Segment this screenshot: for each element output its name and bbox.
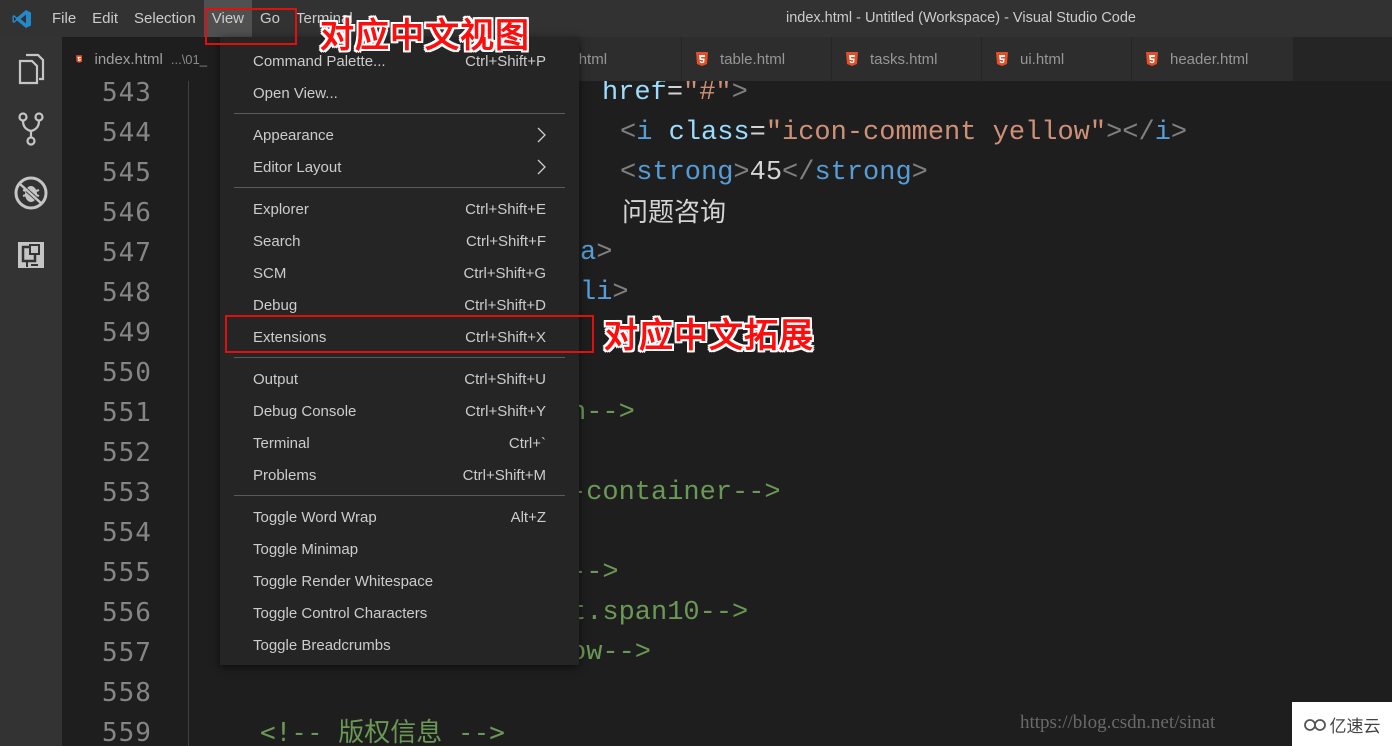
menu-item-debug-console[interactable]: Debug Console Ctrl+Shift+Y <box>220 395 579 427</box>
menu-separator <box>234 113 565 114</box>
shortcut-label: Ctrl+Shift+U <box>464 370 546 388</box>
code-line-545: <strong>45</strong> <box>620 158 928 188</box>
line-number: 554 <box>102 518 152 548</box>
line-number: 556 <box>102 598 152 628</box>
line-number: 550 <box>102 358 152 388</box>
tab-table-html[interactable]: table.html <box>682 37 832 81</box>
explorer-icon[interactable] <box>0 39 62 99</box>
html5-icon <box>846 52 858 66</box>
line-number: 555 <box>102 558 152 588</box>
line-number: 558 <box>102 678 152 708</box>
code-line-547: a> <box>580 238 613 268</box>
cloud-logo-icon <box>1303 719 1326 731</box>
html5-icon <box>996 52 1008 66</box>
activity-bar <box>0 37 62 746</box>
menu-item-terminal[interactable]: Terminal Ctrl+` <box>220 427 579 459</box>
tab-description: ...\01_ <box>170 51 207 67</box>
line-number: 544 <box>102 118 152 148</box>
line-number: 546 <box>102 198 152 228</box>
code-line-548: li> <box>580 278 629 308</box>
menu-selection[interactable]: Selection <box>126 0 204 37</box>
menu-item-search[interactable]: Search Ctrl+Shift+F <box>220 225 579 257</box>
menu-edit[interactable]: Edit <box>84 0 126 37</box>
line-number: 545 <box>102 158 152 188</box>
menu-item-problems[interactable]: Problems Ctrl+Shift+M <box>220 459 579 491</box>
html5-icon <box>696 52 708 66</box>
shortcut-label: Alt+Z <box>510 508 546 526</box>
menu-item-scm[interactable]: SCM Ctrl+Shift+G <box>220 257 579 289</box>
vscode-logo-icon <box>0 0 44 37</box>
extensions-icon[interactable] <box>0 225 62 285</box>
code-line-559: <!-- 版权信息 --> <box>260 718 505 746</box>
code-line-544: <i class="icon-comment yellow"></i> <box>620 118 1188 148</box>
line-number: 551 <box>102 398 152 428</box>
menu-separator <box>234 357 565 358</box>
tab-label: index.html <box>94 50 163 68</box>
menu-bar: File Edit Selection View Go Terminal <box>44 0 361 37</box>
menu-item-editor-layout[interactable]: Editor Layout <box>220 151 579 183</box>
shortcut-label: Ctrl+` <box>508 434 546 452</box>
code-line-557: ow--> <box>570 638 652 668</box>
view-annotation-label: 对应中文视图 <box>320 16 530 56</box>
menu-item-appearance[interactable]: Appearance <box>220 119 579 151</box>
code-line-543: href="#"> <box>602 81 748 108</box>
tab-ui-html[interactable]: ui.html <box>982 37 1132 81</box>
menu-item-toggle-minimap[interactable]: Toggle Minimap <box>220 533 579 565</box>
menu-item-toggle-control-characters[interactable]: Toggle Control Characters <box>220 597 579 629</box>
line-number: 557 <box>102 638 152 668</box>
shortcut-label: Ctrl+Shift+D <box>464 296 546 314</box>
menu-item-output[interactable]: Output Ctrl+Shift+U <box>220 363 579 395</box>
tab-header-html[interactable]: header.html <box>1132 37 1294 81</box>
tab-label: header.html <box>1170 50 1249 68</box>
html5-icon <box>1146 52 1158 66</box>
shortcut-label: Ctrl+Shift+F <box>465 232 546 250</box>
menu-separator <box>234 187 565 188</box>
line-number: 548 <box>102 278 152 308</box>
menu-item-toggle-render-whitespace[interactable]: Toggle Render Whitespace <box>220 565 579 597</box>
line-number: 543 <box>102 81 152 108</box>
tab-label: table.html <box>720 50 786 68</box>
watermark-url: https://blog.csdn.net/sinat <box>1020 712 1216 733</box>
tab-tasks-html[interactable]: tasks.html <box>832 37 982 81</box>
html5-icon <box>76 55 83 63</box>
tab-label: tasks.html <box>870 50 938 68</box>
indent-guide <box>188 81 189 746</box>
shortcut-label: Ctrl+Shift+G <box>463 264 546 282</box>
menu-separator <box>234 495 565 496</box>
menu-item-toggle-word-wrap[interactable]: Toggle Word Wrap Alt+Z <box>220 501 579 533</box>
menu-item-open-view[interactable]: Open View... <box>220 77 579 109</box>
line-number: 553 <box>102 478 152 508</box>
line-number: 559 <box>102 718 152 746</box>
menu-item-toggle-breadcrumbs[interactable]: Toggle Breadcrumbs <box>220 629 579 661</box>
extensions-annotation-label: 对应中文拓展 <box>604 316 814 356</box>
line-number-gutter: 543 544 545 546 547 548 549 550 551 552 … <box>62 81 188 746</box>
code-line-546: 问题咨询 <box>622 198 727 228</box>
source-control-icon[interactable] <box>0 99 62 159</box>
line-number: 547 <box>102 238 152 268</box>
menu-item-explorer[interactable]: Explorer Ctrl+Shift+E <box>220 193 579 225</box>
view-menu-highlight-box <box>205 8 297 45</box>
code-line-553: -container--> <box>570 478 781 508</box>
extensions-highlight-box <box>225 315 594 353</box>
chevron-right-icon <box>537 159 546 175</box>
watermark-badge: 亿速云 <box>1292 702 1392 746</box>
code-line-556: t.span10--> <box>570 598 749 628</box>
menu-file[interactable]: File <box>44 0 84 37</box>
shortcut-label: Ctrl+Shift+E <box>465 200 546 218</box>
shortcut-label: Ctrl+Shift+Y <box>465 402 546 420</box>
code-line-551: n--> <box>570 398 635 428</box>
tab-index-html[interactable]: index.html ...\01_ <box>62 37 222 81</box>
tab-label: ui.html <box>1020 50 1065 68</box>
debug-icon[interactable] <box>0 163 62 223</box>
chevron-right-icon <box>537 127 546 143</box>
line-number: 549 <box>102 318 152 348</box>
shortcut-label: Ctrl+Shift+M <box>462 466 546 484</box>
line-number: 552 <box>102 438 152 468</box>
